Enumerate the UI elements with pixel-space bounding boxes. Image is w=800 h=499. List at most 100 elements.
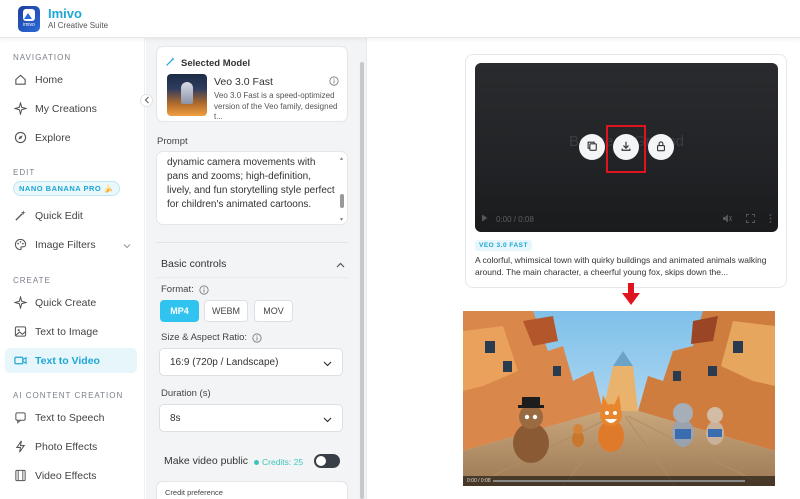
sidebar-item-image-filters[interactable]: Image Filters (5, 232, 137, 257)
chevron-down-icon (123, 240, 131, 252)
panel-scroll-thumb[interactable] (360, 62, 364, 499)
format-mp4-button[interactable]: MP4 (160, 300, 199, 322)
sparkle-icon (13, 102, 27, 116)
play-icon[interactable] (481, 214, 488, 224)
lock-button[interactable] (648, 134, 674, 160)
scroll-up-icon (339, 157, 344, 160)
magic-wand-icon (13, 209, 27, 223)
panel-scrollbar[interactable] (359, 62, 365, 499)
sidebar-item-label: Quick Create (35, 296, 97, 309)
format-mov-button[interactable]: MOV (254, 300, 293, 322)
credits-indicator: Credits: 25 (254, 457, 303, 467)
palette-icon (13, 238, 27, 252)
aspect-ratio-select[interactable]: 16:9 (720p / Landscape) (159, 348, 343, 376)
info-icon[interactable] (252, 332, 262, 343)
divider (156, 242, 348, 243)
copy-button[interactable] (579, 134, 605, 160)
sidebar-item-label: Home (35, 73, 64, 86)
bolt-icon (13, 440, 27, 454)
chevron-left-icon (144, 96, 150, 106)
frame-controls: 0:00 / 0:08 (463, 476, 775, 486)
settings-panel: Selected Model Veo 3.0 Fast Veo 3.0 Fast… (146, 38, 367, 499)
duration-select[interactable]: 8s (159, 404, 343, 432)
sidebar-item-photo-effects[interactable]: Photo Effects (5, 434, 137, 459)
sidebar: NAVIGATION Home My Creations Explore EDI… (0, 38, 145, 499)
section-create: CREATE (13, 276, 51, 285)
prompt-label: Prompt (157, 136, 188, 147)
down-arrow-indicator (620, 281, 642, 310)
sparkle-wand-icon (165, 56, 176, 70)
section-edit: EDIT (13, 168, 36, 177)
credits-dot (254, 459, 259, 465)
frame-progress-bar[interactable] (493, 480, 745, 482)
format-webm-button[interactable]: WEBM (204, 300, 248, 322)
selected-model-heading: Selected Model (165, 56, 250, 70)
sidebar-item-label: Text to Video (35, 354, 100, 367)
sidebar-item-text-to-video[interactable]: Text to Video (5, 348, 137, 373)
prompt-scrollbar[interactable] (339, 156, 344, 222)
aspect-ratio-value: 16:9 (720p / Landscape) (170, 356, 279, 368)
info-icon[interactable] (329, 76, 339, 89)
section-ai-content: AI CONTENT CREATION (13, 391, 124, 400)
duration-label: Duration (s) (161, 388, 211, 399)
compass-icon (13, 131, 27, 145)
sidebar-item-label: Quick Edit (35, 209, 83, 222)
fullscreen-icon[interactable] (746, 214, 755, 225)
more-options-icon[interactable] (769, 214, 772, 225)
chevron-down-icon (323, 359, 332, 370)
prompt-scroll-thumb[interactable] (340, 194, 344, 208)
sidebar-item-text-to-speech[interactable]: Text to Speech (5, 405, 137, 430)
divider (156, 277, 348, 278)
selected-model-card[interactable]: Selected Model Veo 3.0 Fast Veo 3.0 Fast… (156, 46, 348, 122)
model-tag: VEO 3.0 FAST (475, 240, 532, 251)
basic-controls-title[interactable]: Basic controls (161, 258, 226, 270)
video-player[interactable]: Before ... Ground 0:00 / 0:08 (475, 63, 778, 232)
credit-preference-card[interactable]: Credit preference (156, 481, 348, 499)
make-public-toggle[interactable] (314, 454, 340, 468)
sidebar-item-label: Explore (35, 131, 71, 144)
video-frame-preview[interactable]: 0:00 / 0:08 (463, 311, 775, 486)
sidebar-collapse-button[interactable] (140, 94, 153, 107)
home-icon (13, 73, 27, 87)
nano-banana-badge[interactable]: NANO BANANA PRO 🍌 (13, 181, 120, 196)
chevron-up-icon[interactable] (336, 259, 345, 271)
sidebar-item-label: Photo Effects (35, 440, 98, 453)
sidebar-item-quick-edit[interactable]: Quick Edit (5, 203, 137, 228)
sidebar-item-my-creations[interactable]: My Creations (5, 96, 137, 121)
cartoon-town-scene (463, 311, 775, 486)
brand: Imivo AI Creative Suite (48, 5, 108, 31)
aspect-label: Size & Aspect Ratio: (161, 332, 262, 343)
volume-icon[interactable] (722, 214, 732, 225)
logo-text: imivo (23, 22, 35, 28)
result-card: Before ... Ground 0:00 / 0:08 V (465, 54, 787, 288)
sidebar-item-home[interactable]: Home (5, 67, 137, 92)
scroll-down-icon (339, 218, 344, 221)
model-name: Veo 3.0 Fast (214, 76, 273, 88)
prompt-text: dynamic camera movements with pans and z… (167, 157, 335, 210)
frame-time: 0:00 / 0:08 (467, 478, 491, 484)
sidebar-item-text-to-image[interactable]: Text to Image (5, 319, 137, 344)
section-navigation: NAVIGATION (13, 53, 72, 62)
sidebar-item-explore[interactable]: Explore (5, 125, 137, 150)
prompt-textarea[interactable]: dynamic camera movements with pans and z… (156, 151, 348, 225)
app-name: Imivo (48, 5, 82, 21)
speech-icon (13, 411, 27, 425)
sidebar-item-label: Image Filters (35, 238, 96, 251)
sidebar-item-quick-create[interactable]: Quick Create (5, 290, 137, 315)
logo-mark (23, 9, 35, 21)
top-bar: imivo Imivo AI Creative Suite (0, 0, 800, 38)
sidebar-item-video-effects[interactable]: Video Effects (5, 463, 137, 488)
sparkle-icon (13, 296, 27, 310)
toggle-knob (316, 456, 326, 466)
info-icon[interactable] (199, 284, 209, 295)
lock-icon (655, 140, 667, 155)
main-area: Before ... Ground 0:00 / 0:08 V (368, 38, 800, 499)
download-highlight-box (606, 125, 646, 173)
video-time: 0:00 / 0:08 (496, 214, 534, 224)
video-controls: 0:00 / 0:08 (475, 206, 778, 232)
sidebar-item-label: Text to Speech (35, 411, 105, 424)
video-icon (13, 354, 27, 368)
app-logo[interactable]: imivo (18, 5, 40, 32)
video-description: A colorful, whimsical town with quirky b… (475, 255, 767, 277)
model-description: Veo 3.0 Fast is a speed-optimized versio… (214, 91, 338, 121)
